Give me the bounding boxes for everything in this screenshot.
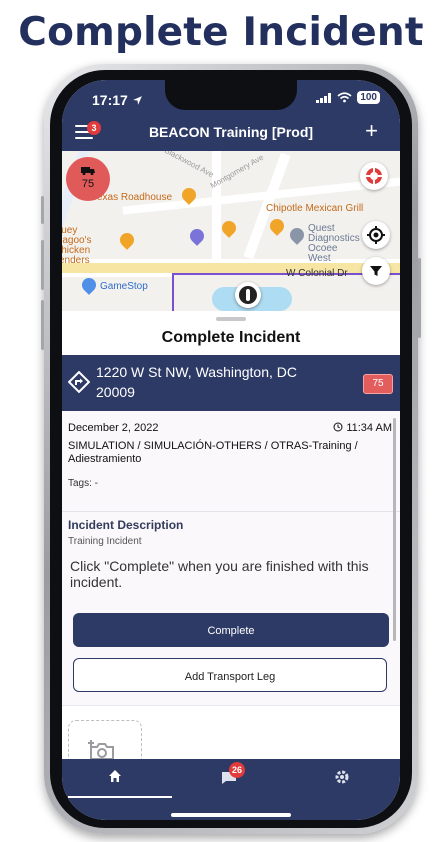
chat-badge: 26 [229,762,245,778]
complete-button[interactable]: Complete [73,613,389,647]
wifi-icon [337,92,352,103]
ambulance-icon [81,167,95,176]
phone-side-button [41,196,44,224]
map-road [212,151,221,261]
incident-tags: Tags: - [68,478,99,489]
photo-section [62,705,400,782]
unit-marker-label: 75 [81,178,95,190]
poi-label: Chipotle Mexican Grill [266,203,364,214]
shop-pin-icon[interactable] [79,275,99,295]
tab-home[interactable] [108,769,132,789]
phone-side-button [41,300,44,350]
phone-screen: 17:17 100 3 BEACON Training [Prod] + Bla… [62,80,400,820]
incident-address: 1220 W St NW, Washington, DC 20009 [96,364,297,400]
incident-time-row: 11:34 AM [333,422,392,434]
status-indicators: 100 [316,91,380,104]
scrollbar[interactable] [393,418,396,641]
sheet-title: Complete Incident [161,329,301,346]
location-arrow-icon [132,96,142,105]
street-label: Blackwood Ave [163,151,216,180]
add-icon[interactable]: + [365,120,378,142]
tab-bar: 26 [62,759,400,820]
unit-marker[interactable]: 75 [66,157,110,201]
add-transport-leg-button[interactable]: Add Transport Leg [73,658,387,692]
poi-label: Quest Diagnostics Ocoee West [308,223,360,264]
complete-instruction: Click "Complete" when you are finished w… [70,558,369,590]
restaurant-pin-icon[interactable] [117,230,137,250]
gear-icon [335,770,349,784]
incident-details: December 2, 2022 11:34 AM SIMULATION / S… [62,411,400,512]
poi-label: Huey Magoo's Chicken Tenders [62,225,92,266]
tab-settings[interactable] [334,769,358,789]
clock-icon [333,422,343,432]
map-view[interactable]: Blackwood Ave Montgomery Ave W Colonial … [62,151,400,311]
battery-indicator: 100 [357,91,380,104]
bank-pin-icon[interactable] [187,226,207,246]
incident-date: December 2, 2022 [68,422,159,434]
home-indicator [171,813,291,817]
lifebuoy-icon[interactable] [360,162,388,190]
active-tab-indicator [68,796,172,798]
incident-sheet: Complete Incident 1220 W St NW, Washingt… [62,311,400,782]
compass-icon[interactable] [235,282,261,308]
restaurant-pin-icon[interactable] [267,216,287,236]
page-headline: Complete Incident [18,10,424,55]
status-time: 17:17 [92,92,143,108]
medical-pin-icon[interactable] [287,225,307,245]
notch [165,80,297,110]
incident-type: SIMULATION / SIMULACIÓN-OTHERS / OTRAS-T… [68,440,358,465]
address-bar[interactable]: 1220 W St NW, Washington, DC 20009 75 [62,355,400,411]
signal-icon [316,92,332,103]
restaurant-pin-icon[interactable] [219,218,239,238]
home-icon [109,770,121,782]
sheet-grabber[interactable] [216,317,246,321]
unit-badge: 75 [363,374,393,394]
phone-side-button [418,258,421,338]
description-text: Training Incident [68,536,142,547]
street-label: W Colonial Dr [286,268,348,279]
directions-icon [68,371,90,393]
app-header: 17:17 100 3 BEACON Training [Prod] + [62,80,400,151]
description-section: Incident Description Training Incident C… [62,512,400,705]
poi-label: GameStop [100,281,148,292]
app-title: BEACON Training [Prod] [148,124,314,140]
incident-time: 11:34 AM [346,422,392,434]
description-heading: Incident Description [68,518,184,532]
locate-icon[interactable] [362,221,390,249]
filter-icon[interactable] [362,257,390,285]
phone-side-button [41,240,44,290]
